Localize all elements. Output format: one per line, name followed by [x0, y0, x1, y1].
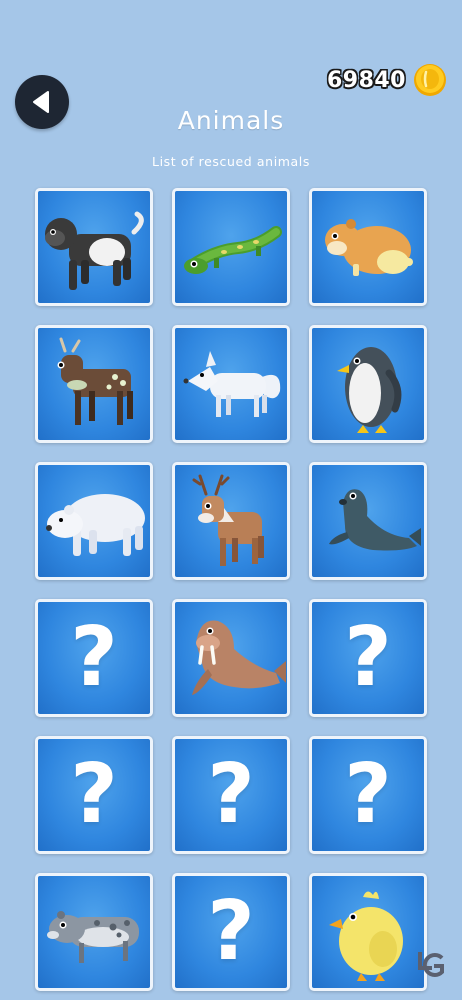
animal-tile-polar-bear[interactable] [35, 462, 153, 580]
animal-tile-walrus[interactable] [172, 599, 290, 717]
animal-tile-spotted-seal[interactable] [35, 873, 153, 991]
spotted-seal-icon [47, 911, 139, 963]
animal-tile-chick[interactable] [309, 873, 427, 991]
animal-tile-seal[interactable] [309, 462, 427, 580]
coin-count: 69840 [326, 67, 406, 93]
penguin-icon [337, 347, 402, 433]
locked-animal-tile[interactable]: ? [172, 736, 290, 854]
animal-tile-arctic-fox[interactable] [172, 325, 290, 443]
animal-tile-hamster[interactable] [309, 188, 427, 306]
animal-tile-spotted-deer[interactable] [35, 325, 153, 443]
question-mark-icon: ? [344, 610, 392, 705]
gold-coin-icon [414, 64, 446, 96]
question-mark-icon: ? [344, 747, 392, 842]
animal-tile-gorilla[interactable] [35, 188, 153, 306]
page-subtitle: List of rescued animals [152, 154, 310, 169]
page-title: Animals [177, 106, 285, 135]
watermark-logo [414, 948, 448, 986]
chick-icon [329, 891, 403, 981]
animal-grid: ? ? ? ? ? ? [35, 188, 428, 991]
spotted-deer-icon [57, 337, 133, 425]
gorilla-icon [45, 211, 144, 290]
green-lizard-icon [184, 226, 282, 274]
locked-animal-tile[interactable]: ? [172, 873, 290, 991]
animal-tile-reindeer[interactable] [172, 462, 290, 580]
animal-tile-green-lizard[interactable] [172, 188, 290, 306]
arctic-fox-icon [183, 351, 281, 417]
walrus-icon [192, 620, 286, 695]
locked-animal-tile[interactable]: ? [35, 599, 153, 717]
animal-tile-penguin[interactable] [309, 325, 427, 443]
question-mark-icon: ? [70, 610, 118, 705]
locked-animal-tile[interactable]: ? [309, 736, 427, 854]
question-mark-icon: ? [207, 884, 255, 979]
polar-bear-icon [46, 494, 145, 556]
locked-animal-tile[interactable]: ? [309, 599, 427, 717]
hamster-icon [325, 219, 413, 276]
locked-animal-tile[interactable]: ? [35, 736, 153, 854]
coin-counter: 69840 [327, 62, 448, 98]
question-mark-icon: ? [207, 747, 255, 842]
4gamer-logo-icon [418, 952, 444, 977]
question-mark-icon: ? [70, 747, 118, 842]
seal-icon [329, 489, 421, 551]
reindeer-icon [192, 474, 264, 566]
